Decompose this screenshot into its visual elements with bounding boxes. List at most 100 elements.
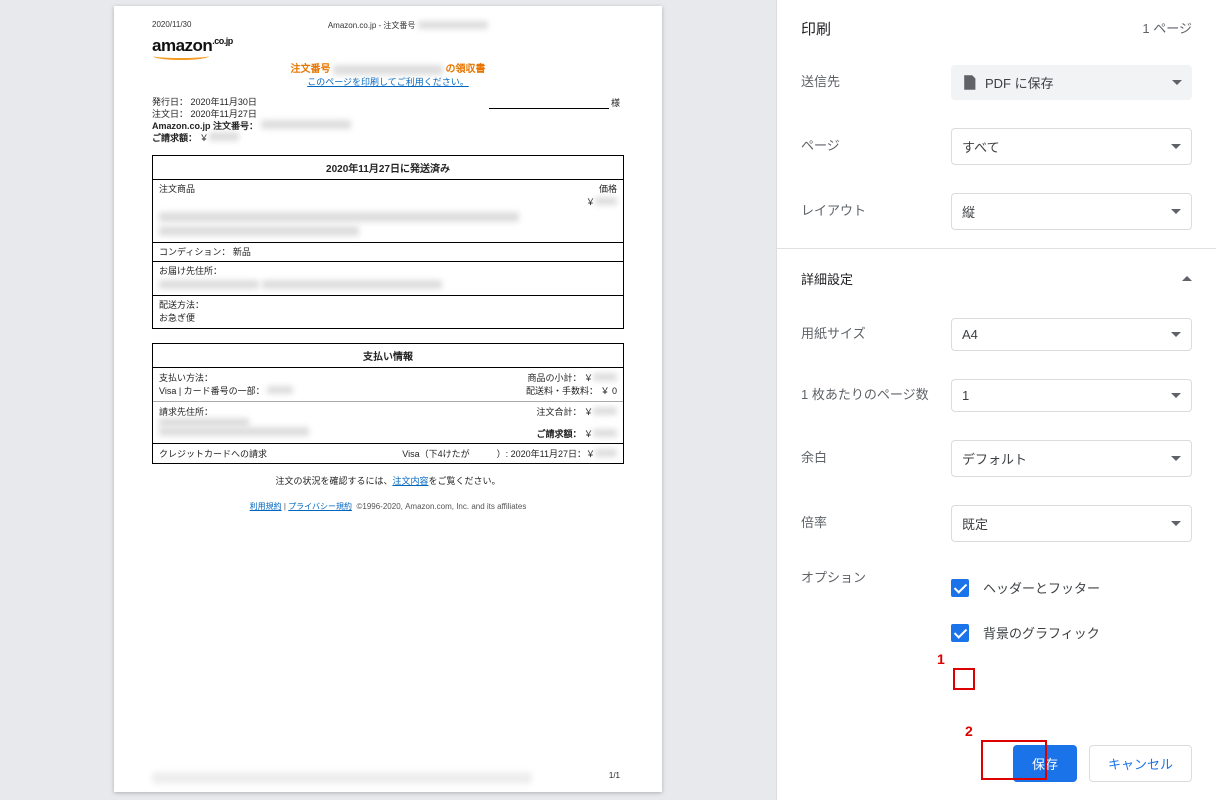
redacted: x bbox=[159, 226, 359, 236]
order-details-link[interactable]: 注文内容 bbox=[392, 476, 428, 486]
chevron-up-icon bbox=[1182, 276, 1192, 281]
chevron-down-icon bbox=[1171, 209, 1181, 214]
redacted: xxxxxxxxxx bbox=[333, 65, 443, 75]
sama-suffix: 様 bbox=[611, 98, 620, 108]
subtotal-label: 商品の小計： bbox=[527, 373, 581, 383]
redacted: x bbox=[595, 449, 617, 457]
margins-value: デフォルト bbox=[962, 449, 1027, 468]
page-number: 1/1 bbox=[609, 771, 620, 780]
condition-row: コンディション： 新品 bbox=[153, 242, 623, 262]
redacted: x bbox=[595, 197, 617, 205]
pay-method: Visa | カード番号の一部： bbox=[159, 386, 265, 396]
redacted: x bbox=[159, 418, 249, 427]
status-note-pre: 注文の状況を確認するには、 bbox=[275, 476, 392, 486]
destination-value: PDF に保存 bbox=[985, 73, 1054, 92]
pages-per-sheet-value: 1 bbox=[962, 388, 969, 403]
item-header-right: 価格 bbox=[599, 184, 617, 194]
redacted bbox=[152, 772, 532, 784]
pdf-icon bbox=[961, 75, 977, 91]
scale-select[interactable]: 既定 bbox=[951, 505, 1192, 542]
logo-swoosh-icon bbox=[153, 52, 209, 60]
advanced-toggle[interactable]: 詳細設定 bbox=[777, 253, 1216, 304]
currency: ￥ bbox=[584, 373, 593, 383]
signature-line bbox=[489, 108, 609, 109]
headers-footers-checkbox[interactable] bbox=[951, 579, 969, 597]
payment-table: 支払い情報 支払い方法： 商品の小計： ￥x Visa | カード番号の一部： … bbox=[152, 343, 624, 464]
bill-address-label: 請求先住所： bbox=[159, 405, 213, 418]
cancel-button[interactable]: キャンセル bbox=[1089, 745, 1192, 782]
paper-size-select[interactable]: A4 bbox=[951, 318, 1192, 351]
cc-charge-value: Visa（下4けたが ）: 2020年11月27日：￥ bbox=[402, 449, 595, 459]
layout-value: 縦 bbox=[962, 202, 975, 221]
total-label: ご請求額： bbox=[152, 133, 197, 143]
print-preview-area: 2020/11/30 Amazon.co.jp - 注文番号 x amazon.… bbox=[0, 0, 776, 800]
margins-select[interactable]: デフォルト bbox=[951, 440, 1192, 477]
currency: ￥ bbox=[586, 197, 595, 207]
order-total-label: 注文合計： bbox=[536, 407, 581, 417]
background-graphics-checkbox[interactable] bbox=[951, 624, 969, 642]
currency: ￥ bbox=[200, 133, 209, 143]
cc-charge-label: クレジットカードへの請求 bbox=[159, 447, 267, 460]
headers-footers-label: ヘッダーとフッター bbox=[983, 578, 1100, 597]
status-note-post: をご覧ください。 bbox=[429, 476, 501, 486]
print-page-link[interactable]: このページを印刷してご利用ください。 bbox=[307, 77, 469, 87]
layout-select[interactable]: 縦 bbox=[951, 193, 1192, 230]
redacted: x bbox=[159, 427, 309, 436]
shipment-table: 2020年11月27日に発送済み 注文商品 価格￥x x x コンディション： … bbox=[152, 155, 624, 329]
background-graphics-label: 背景のグラフィック bbox=[983, 623, 1100, 642]
pages-value: すべて bbox=[962, 137, 1000, 156]
layout-label: レイアウト bbox=[801, 203, 951, 220]
page-count: 1 ページ bbox=[1142, 18, 1192, 39]
redacted: x bbox=[267, 386, 293, 394]
redacted: x bbox=[418, 21, 488, 29]
header-date: 2020/11/30 bbox=[152, 20, 191, 31]
ship-method-label: 配送方法： bbox=[159, 299, 617, 312]
order-number-label: Amazon.co.jp 注文番号： bbox=[152, 121, 258, 131]
pay-method-label: 支払い方法： bbox=[159, 373, 213, 383]
order-number-suffix: の領収書 bbox=[446, 64, 486, 75]
header-title: Amazon.co.jp - 注文番号 bbox=[328, 21, 416, 30]
pages-select[interactable]: すべて bbox=[951, 128, 1192, 165]
chevron-down-icon bbox=[1171, 456, 1181, 461]
shipping-value: ￥ 0 bbox=[600, 386, 617, 396]
order-date: 注文日： 2020年11月27日 bbox=[152, 108, 351, 120]
copyright: ©1996-2020, Amazon.com, Inc. and its aff… bbox=[356, 502, 526, 511]
chevron-down-icon bbox=[1171, 393, 1181, 398]
order-number-prefix: 注文番号 bbox=[290, 64, 330, 75]
currency: ￥ bbox=[584, 407, 593, 417]
redacted: x bbox=[593, 407, 617, 415]
payment-header: 支払い情報 bbox=[153, 344, 623, 368]
paper-size-label: 用紙サイズ bbox=[801, 326, 951, 343]
scale-value: 既定 bbox=[962, 514, 988, 533]
logo-suffix: .co.jp bbox=[212, 36, 233, 46]
redacted: x bbox=[159, 280, 259, 289]
destination-select[interactable]: PDF に保存 bbox=[951, 65, 1192, 100]
redacted: x bbox=[593, 373, 617, 381]
delivery-address-label: お届け先住所： bbox=[159, 265, 617, 278]
print-panel: 印刷 1 ページ 送信先 PDF に保存 ページ すべて レイアウト 縦 詳細設… bbox=[776, 0, 1216, 800]
currency: ￥ bbox=[584, 429, 593, 439]
pages-label: ページ bbox=[801, 138, 951, 155]
paper-size-value: A4 bbox=[962, 327, 978, 342]
issue-date: 発行日： 2020年11月30日 bbox=[152, 96, 351, 108]
pages-per-sheet-select[interactable]: 1 bbox=[951, 379, 1192, 412]
grand-total-label: ご請求額： bbox=[536, 429, 581, 439]
redacted: x bbox=[593, 429, 617, 437]
save-button[interactable]: 保存 bbox=[1013, 745, 1077, 782]
advanced-label: 詳細設定 bbox=[801, 269, 853, 288]
privacy-link[interactable]: プライバシー規約 bbox=[288, 502, 352, 511]
chevron-down-icon bbox=[1171, 144, 1181, 149]
margins-label: 余白 bbox=[801, 450, 951, 467]
page-preview: 2020/11/30 Amazon.co.jp - 注文番号 x amazon.… bbox=[114, 6, 662, 792]
shipping-label: 配送料・手数料： bbox=[526, 386, 598, 396]
redacted: x bbox=[159, 212, 519, 222]
chevron-down-icon bbox=[1171, 332, 1181, 337]
pages-per-sheet-label: 1 枚あたりのページ数 bbox=[801, 387, 951, 404]
chevron-down-icon bbox=[1171, 521, 1181, 526]
redacted: x bbox=[209, 132, 239, 141]
ship-method: お急ぎ便 bbox=[159, 312, 617, 325]
panel-title: 印刷 bbox=[801, 18, 831, 39]
terms-link[interactable]: 利用規約 bbox=[250, 502, 282, 511]
destination-label: 送信先 bbox=[801, 74, 951, 91]
scale-label: 倍率 bbox=[801, 515, 951, 532]
